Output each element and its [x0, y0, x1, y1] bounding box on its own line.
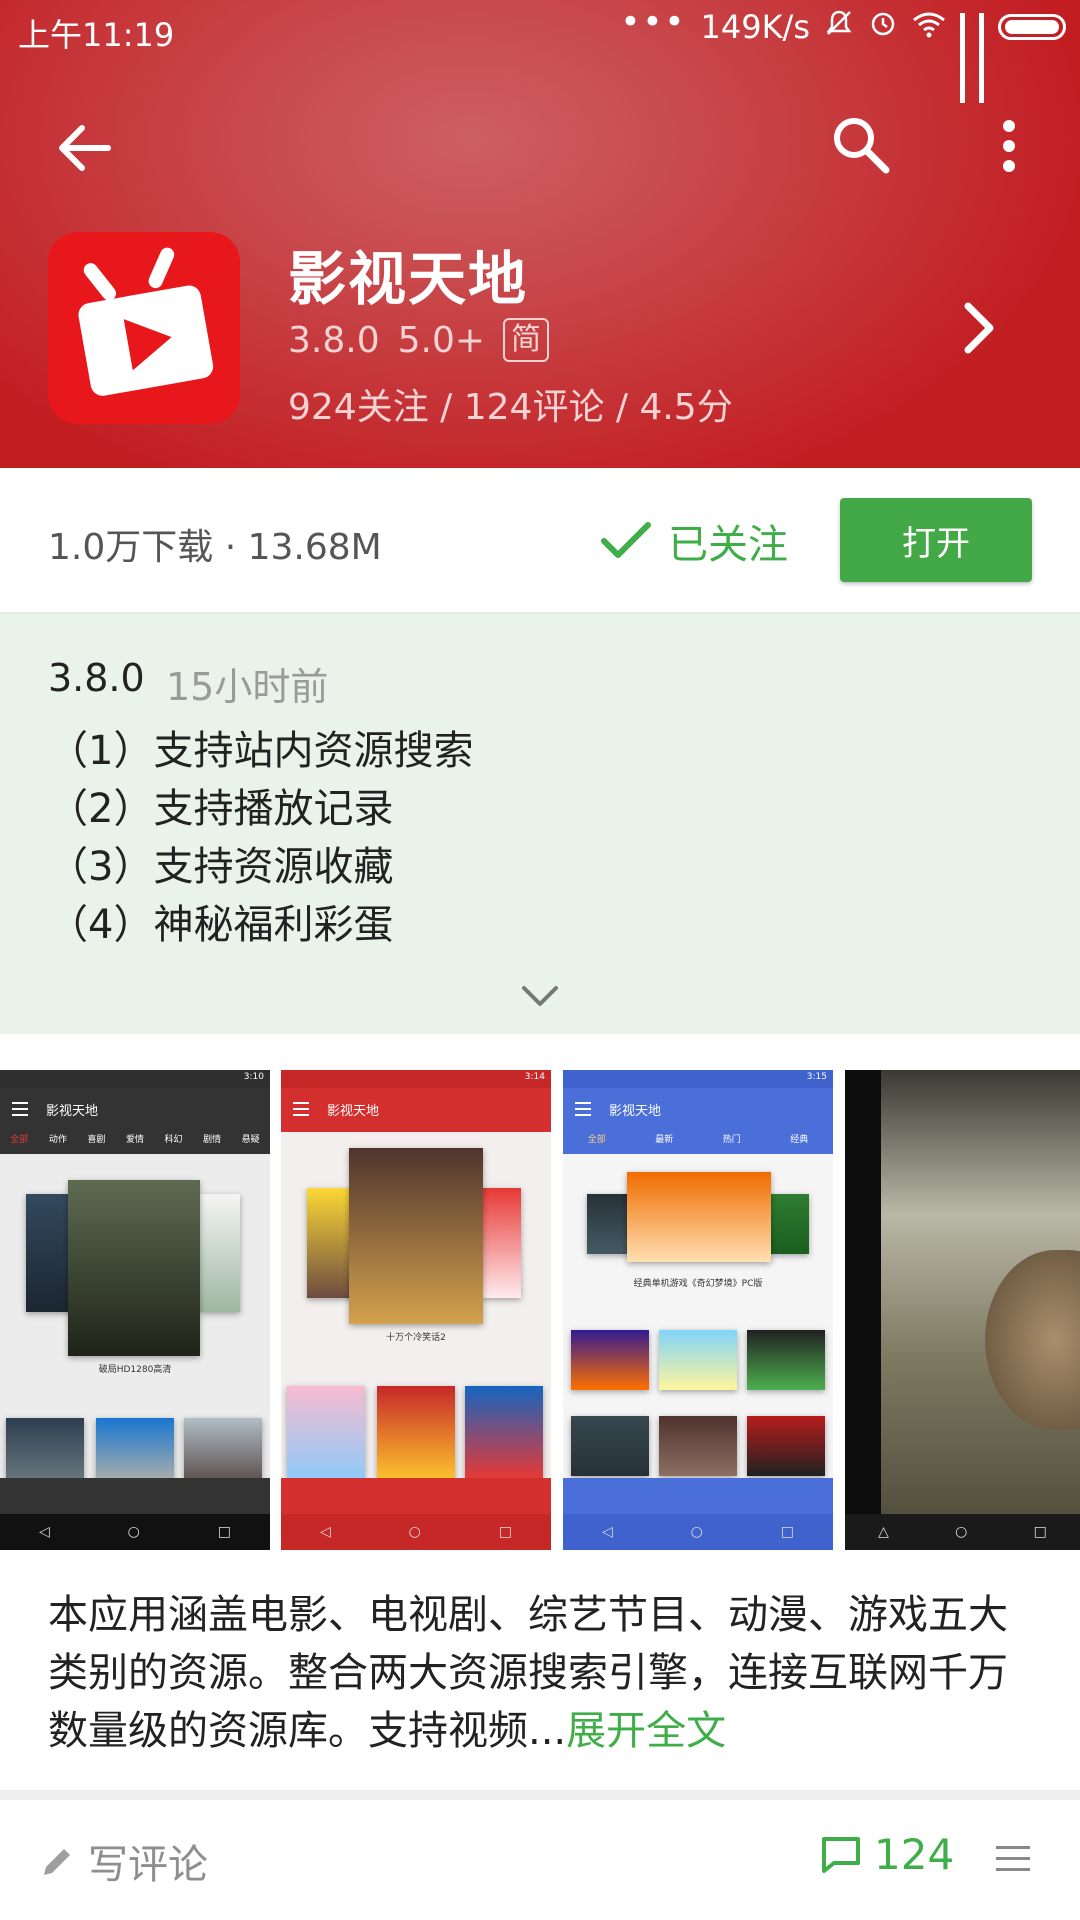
write-review-button[interactable]: 写评论 — [40, 1832, 208, 1890]
poster-image — [68, 1180, 200, 1356]
poster-image — [287, 1386, 365, 1478]
chevron-down-icon — [522, 986, 558, 1006]
poster-image — [747, 1416, 825, 1476]
search-icon — [834, 118, 890, 174]
poster-image — [349, 1148, 483, 1324]
network-speed: 149K/s — [700, 8, 810, 46]
mini-nav-bar: ◁ ○ □ — [563, 1514, 833, 1550]
status-time: 上午11:19 — [18, 16, 175, 54]
screenshot-4[interactable]: △ ○ □ — [845, 1070, 1080, 1550]
poster-caption: 十万个冷笑话2 — [386, 1333, 446, 1343]
poster-image — [571, 1330, 649, 1390]
action-bar: 1.0万下载 · 13.68M 已关注 打开 — [0, 468, 1080, 612]
screenshot-1[interactable]: 3:10 影视天地 全部 动作 喜剧 爱情 科幻 剧情 悬疑 破局HD1280高清 ◁ ○ □ — [0, 1070, 270, 1550]
poster-image — [659, 1416, 737, 1476]
changelog-item: （3）支持资源收藏 — [48, 844, 394, 890]
follow-label: 已关注 — [668, 522, 788, 568]
mini-nav-bar: ◁ ○ □ — [0, 1514, 270, 1550]
check-icon — [601, 522, 651, 558]
arrow-back-icon — [59, 125, 111, 171]
poster-image — [481, 1188, 521, 1298]
poster-image — [200, 1194, 240, 1312]
mini-nav-bar: △ ○ □ — [845, 1514, 1080, 1550]
bottom-bar: 写评论 124 — [0, 1790, 1080, 1920]
mini-toolbar: 影视天地 — [563, 1088, 833, 1132]
screenshot-carousel[interactable]: 3:10 影视天地 全部 动作 喜剧 爱情 科幻 剧情 悬疑 破局HD1280高清 ◁ ○ □ … — [0, 1070, 1080, 1550]
signal-icon — [960, 13, 965, 103]
wifi-icon — [912, 8, 946, 46]
video-letterbox — [845, 1070, 881, 1550]
app-version-row: 3.8.0 5.0+ 简 — [288, 318, 550, 362]
status-bar: 上午11:19 ••• 149K/s — [0, 0, 1080, 103]
mini-status-bar: 3:14 — [281, 1070, 551, 1088]
mini-status-bar: 3:15 — [563, 1070, 833, 1088]
poster-image — [769, 1194, 809, 1254]
description-text: 本应用涵盖电影、电视剧、综艺节目、动漫、游戏五大类别的资源。整合两大资源搜索引擎… — [48, 1592, 1008, 1754]
poster-image — [465, 1386, 543, 1478]
android-version: 5.0+ — [397, 319, 486, 361]
poster-image — [627, 1172, 771, 1262]
alarm-icon — [868, 8, 898, 46]
language-badge: 简 — [503, 318, 550, 362]
changelog-item: （4）神秘福利彩蛋 — [48, 902, 394, 948]
app-description: 本应用涵盖电影、电视剧、综艺节目、动漫、游戏五大类别的资源。整合两大资源搜索引擎… — [48, 1586, 1038, 1760]
changelog-list: （1）支持站内资源搜索 （2）支持播放记录 （3）支持资源收藏 （4）神秘福利彩… — [48, 722, 473, 954]
more-vert-icon — [1003, 120, 1015, 172]
back-button[interactable] — [52, 116, 116, 180]
expand-description-link[interactable]: 展开全文 — [566, 1708, 726, 1754]
app-stats: 924关注 / 124评论 / 4.5分 — [288, 387, 733, 428]
mini-nav-bar: ◁ ○ □ — [281, 1514, 551, 1550]
changelog-version: 3.8.0 — [48, 656, 145, 700]
poster-image — [571, 1416, 649, 1476]
changelog-item: （2）支持播放记录 — [48, 786, 394, 832]
app-detail-button[interactable] — [952, 296, 1008, 360]
expand-changelog-button[interactable] — [518, 982, 562, 1010]
pencil-icon — [44, 1849, 70, 1875]
mini-status-bar: 3:10 — [0, 1070, 270, 1088]
screenshot-3[interactable]: 3:15 影视天地 全部 最新 热门 经典 经典单机游戏《奇幻梦境》PC版 ◁ ○ □ — [563, 1070, 833, 1550]
changelog-item: （1）支持站内资源搜索 — [48, 728, 474, 774]
mini-tabs: 全部 动作 喜剧 爱情 科幻 剧情 悬疑 — [0, 1132, 270, 1154]
app-name: 影视天地 — [288, 245, 529, 313]
comment-count: 124 — [874, 1830, 955, 1879]
write-review-label: 写评论 — [88, 1842, 208, 1888]
video-frame-figure — [985, 1250, 1080, 1430]
app-version: 3.8.0 — [288, 319, 380, 361]
more-notifications-icon: ••• — [620, 2, 687, 42]
app-header: 上午11:19 ••• 149K/s 影视天地 3.8.0 5.0+ 简 924… — [0, 0, 1080, 468]
mini-bottom-bar — [281, 1478, 551, 1514]
search-button[interactable] — [830, 114, 894, 178]
status-icons: ••• 149K/s — [620, 2, 1066, 103]
mute-icon — [824, 8, 854, 46]
menu-icon — [996, 1846, 1030, 1871]
chevron-right-icon — [964, 302, 994, 354]
mini-toolbar: 影视天地 — [0, 1088, 270, 1132]
signal-icon-2 — [979, 13, 984, 103]
poster-image — [377, 1386, 455, 1478]
app-logo-icon — [48, 232, 240, 424]
battery-icon — [998, 14, 1066, 40]
comments-button[interactable]: 124 — [820, 1830, 954, 1879]
top-nav — [0, 96, 1080, 192]
downloads-size: 1.0万下载 · 13.68M — [48, 527, 382, 568]
menu-button[interactable] — [996, 1846, 1030, 1872]
poster-image — [747, 1330, 825, 1390]
changelog-time: 15小时前 — [166, 665, 329, 709]
comment-icon — [822, 1836, 860, 1873]
poster-image — [659, 1330, 737, 1390]
changelog-panel[interactable]: 3.8.0 15小时前 （1）支持站内资源搜索 （2）支持播放记录 （3）支持资… — [0, 612, 1080, 1034]
mini-tabs: 全部 最新 热门 经典 — [563, 1132, 833, 1154]
open-button[interactable]: 打开 — [840, 498, 1032, 582]
mini-bottom-bar — [0, 1478, 270, 1514]
more-options-button[interactable] — [985, 114, 1033, 178]
poster-caption: 破局HD1280高清 — [98, 1365, 172, 1375]
mini-toolbar: 影视天地 — [281, 1088, 551, 1132]
mini-bottom-bar — [563, 1478, 833, 1514]
screenshot-2[interactable]: 3:14 影视天地 十万个冷笑话2 ◁ ○ □ — [281, 1070, 551, 1550]
poster-caption: 经典单机游戏《奇幻梦境》PC版 — [633, 1279, 763, 1289]
follow-toggle[interactable]: 已关注 — [600, 512, 788, 570]
